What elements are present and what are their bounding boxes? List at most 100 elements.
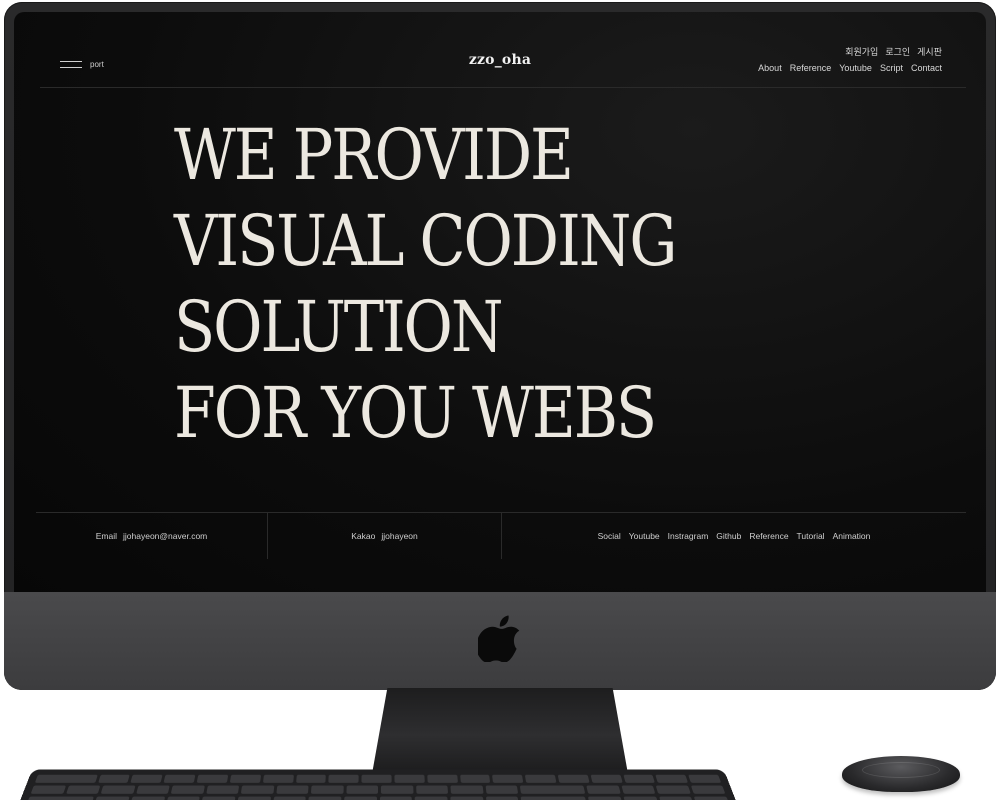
key [694, 796, 730, 800]
key [655, 785, 691, 794]
nav-contact[interactable]: Contact [911, 63, 942, 73]
imac-monitor: port zzo_oha 회원가입 로그인 게시판 About Referenc… [4, 2, 996, 690]
key [415, 785, 449, 794]
key [26, 796, 95, 800]
key [343, 796, 377, 800]
nav-reference[interactable]: Reference [790, 63, 832, 73]
key [655, 774, 689, 783]
key [308, 796, 342, 800]
key [262, 774, 294, 783]
key [414, 796, 448, 800]
key [525, 774, 557, 783]
social-tutorial-link[interactable]: Tutorial [797, 531, 825, 541]
key [380, 785, 414, 794]
social-label: Social [597, 531, 621, 541]
key [520, 796, 588, 800]
key [620, 785, 656, 794]
key [295, 774, 327, 783]
key [310, 785, 344, 794]
key [623, 774, 656, 783]
key [586, 785, 621, 794]
key [379, 796, 413, 800]
key [485, 796, 520, 800]
key [394, 774, 425, 783]
key [427, 774, 458, 783]
hero-line-2: VISUAL CODING [174, 200, 677, 282]
key [30, 785, 66, 794]
menu-toggle-button[interactable]: port [60, 56, 110, 72]
key [196, 774, 229, 783]
key [165, 796, 201, 800]
key [557, 774, 590, 783]
menu-label: port [90, 59, 104, 69]
social-youtube-link[interactable]: Youtube [629, 531, 660, 541]
footer-kakao: Kakao jjohayeon [268, 513, 502, 559]
key [135, 785, 170, 794]
key [130, 796, 165, 800]
nav-signup[interactable]: 회원가입 [845, 45, 878, 58]
keyboard-row [34, 774, 722, 783]
hero-line-4: FOR YOU WEBS [174, 372, 657, 454]
social-github-link[interactable]: Github [716, 531, 741, 541]
nav-about[interactable]: About [758, 63, 782, 73]
kakao-link[interactable]: jjohayeon [381, 531, 417, 541]
key [237, 796, 271, 800]
utility-nav: 회원가입 로그인 게시판 [845, 45, 942, 58]
keyboard-row [26, 796, 730, 800]
keyboard-row [30, 785, 726, 794]
key [201, 796, 236, 800]
magic-mouse [842, 756, 960, 792]
key [450, 785, 484, 794]
key [688, 774, 722, 783]
key [163, 774, 196, 783]
nav-youtube[interactable]: Youtube [839, 63, 872, 73]
kakao-label: Kakao [351, 531, 376, 541]
hero-line-3: SOLUTION [174, 286, 504, 368]
nav-login[interactable]: 로그인 [885, 45, 910, 58]
key [170, 785, 205, 794]
key [94, 796, 130, 800]
key [240, 785, 274, 794]
key [205, 785, 240, 794]
hero-line-1: WE PROVIDE [174, 114, 574, 196]
mouse-highlight [862, 762, 940, 778]
key [275, 785, 309, 794]
nav-script[interactable]: Script [880, 63, 903, 73]
social-reference-link[interactable]: Reference [749, 531, 788, 541]
key [130, 774, 163, 783]
key [272, 796, 306, 800]
key [588, 796, 623, 800]
key [485, 785, 519, 794]
site-header: port zzo_oha 회원가입 로그인 게시판 About Referenc… [14, 12, 986, 90]
site-footer: Email jjohayeon@naver.com Kakao jjohayeo… [36, 512, 966, 559]
key [229, 774, 261, 783]
key [361, 774, 392, 783]
apple-icon [478, 615, 520, 662]
key [100, 785, 136, 794]
key [345, 785, 378, 794]
website-screen: port zzo_oha 회원가입 로그인 게시판 About Referenc… [14, 12, 986, 594]
email-label: Email [95, 531, 118, 541]
footer-email: Email jjohayeon@naver.com [36, 513, 268, 559]
key [492, 774, 524, 783]
site-logo[interactable]: zzo_oha [444, 52, 556, 68]
social-animation-link[interactable]: Animation [833, 531, 871, 541]
nav-board[interactable]: 게시판 [917, 45, 942, 58]
key [97, 774, 131, 783]
key [690, 785, 726, 794]
hero-heading: WE PROVIDE VISUAL CODING SOLUTION FOR YO… [174, 112, 934, 456]
key [34, 774, 98, 783]
key [590, 774, 623, 783]
main-nav: About Reference Youtube Script Contact [758, 63, 942, 73]
key [519, 785, 586, 794]
email-link[interactable]: jjohayeon@naver.com [123, 531, 207, 541]
hamburger-icon [60, 60, 82, 69]
key [65, 785, 101, 794]
header-divider [40, 87, 966, 88]
keyboard [18, 769, 738, 800]
key [658, 796, 695, 800]
social-instagram-link[interactable]: Instragram [668, 531, 709, 541]
key [328, 774, 359, 783]
key [623, 796, 659, 800]
footer-social-links: Social Youtube Instragram Github Referen… [502, 513, 966, 559]
